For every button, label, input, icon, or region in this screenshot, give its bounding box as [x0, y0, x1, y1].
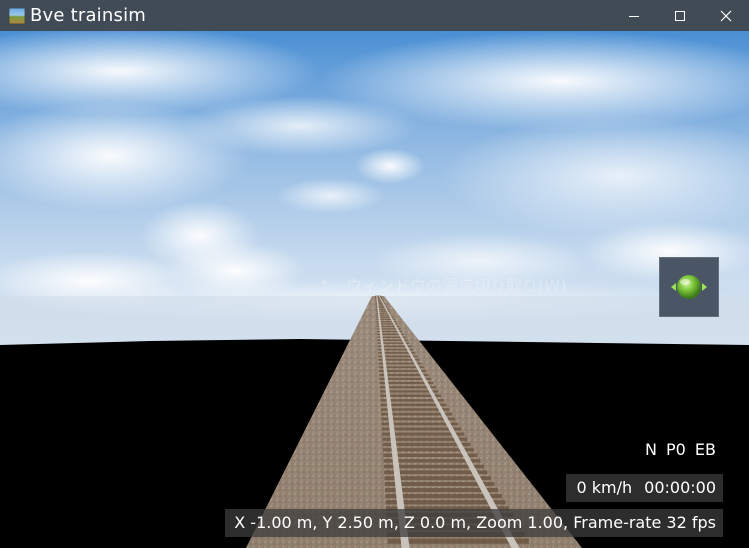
minimize-button[interactable] — [611, 0, 657, 31]
app-icon — [9, 7, 25, 24]
maximize-button[interactable] — [657, 0, 703, 31]
window-controls — [611, 0, 749, 31]
window-title: Bve trainsim — [30, 5, 147, 26]
simulator-viewport[interactable]: ウィンドウの領域切り取り(W) N P0 EB 0 km/h 00:00:00 X… — [0, 31, 749, 548]
minimize-icon — [629, 15, 639, 17]
speed-clock-panel: 0 km/h 00:00:00 — [566, 474, 723, 502]
helper-button[interactable] — [659, 257, 719, 317]
title-bar[interactable]: Bve trainsim — [0, 0, 749, 31]
maximize-icon — [675, 10, 685, 21]
green-orb-icon — [671, 275, 707, 299]
camera-info: X -1.00 m, Y 2.50 m, Z 0.0 m, Zoom 1.00,… — [225, 509, 723, 537]
close-icon — [720, 10, 732, 21]
capture-hint-dot — [322, 280, 327, 285]
sleeper — [375, 296, 382, 298]
app-window: Bve trainsim ウィンドウの領域切り取り(W) N P0 EB 0 k… — [0, 0, 749, 548]
clock-readout: 00:00:00 — [644, 478, 716, 497]
capture-hint-text: ウィンドウの領域切り取り(W) — [346, 276, 567, 295]
close-button[interactable] — [703, 0, 749, 31]
speed-readout: 0 km/h — [576, 478, 633, 497]
notch-status: N P0 EB — [644, 440, 716, 459]
